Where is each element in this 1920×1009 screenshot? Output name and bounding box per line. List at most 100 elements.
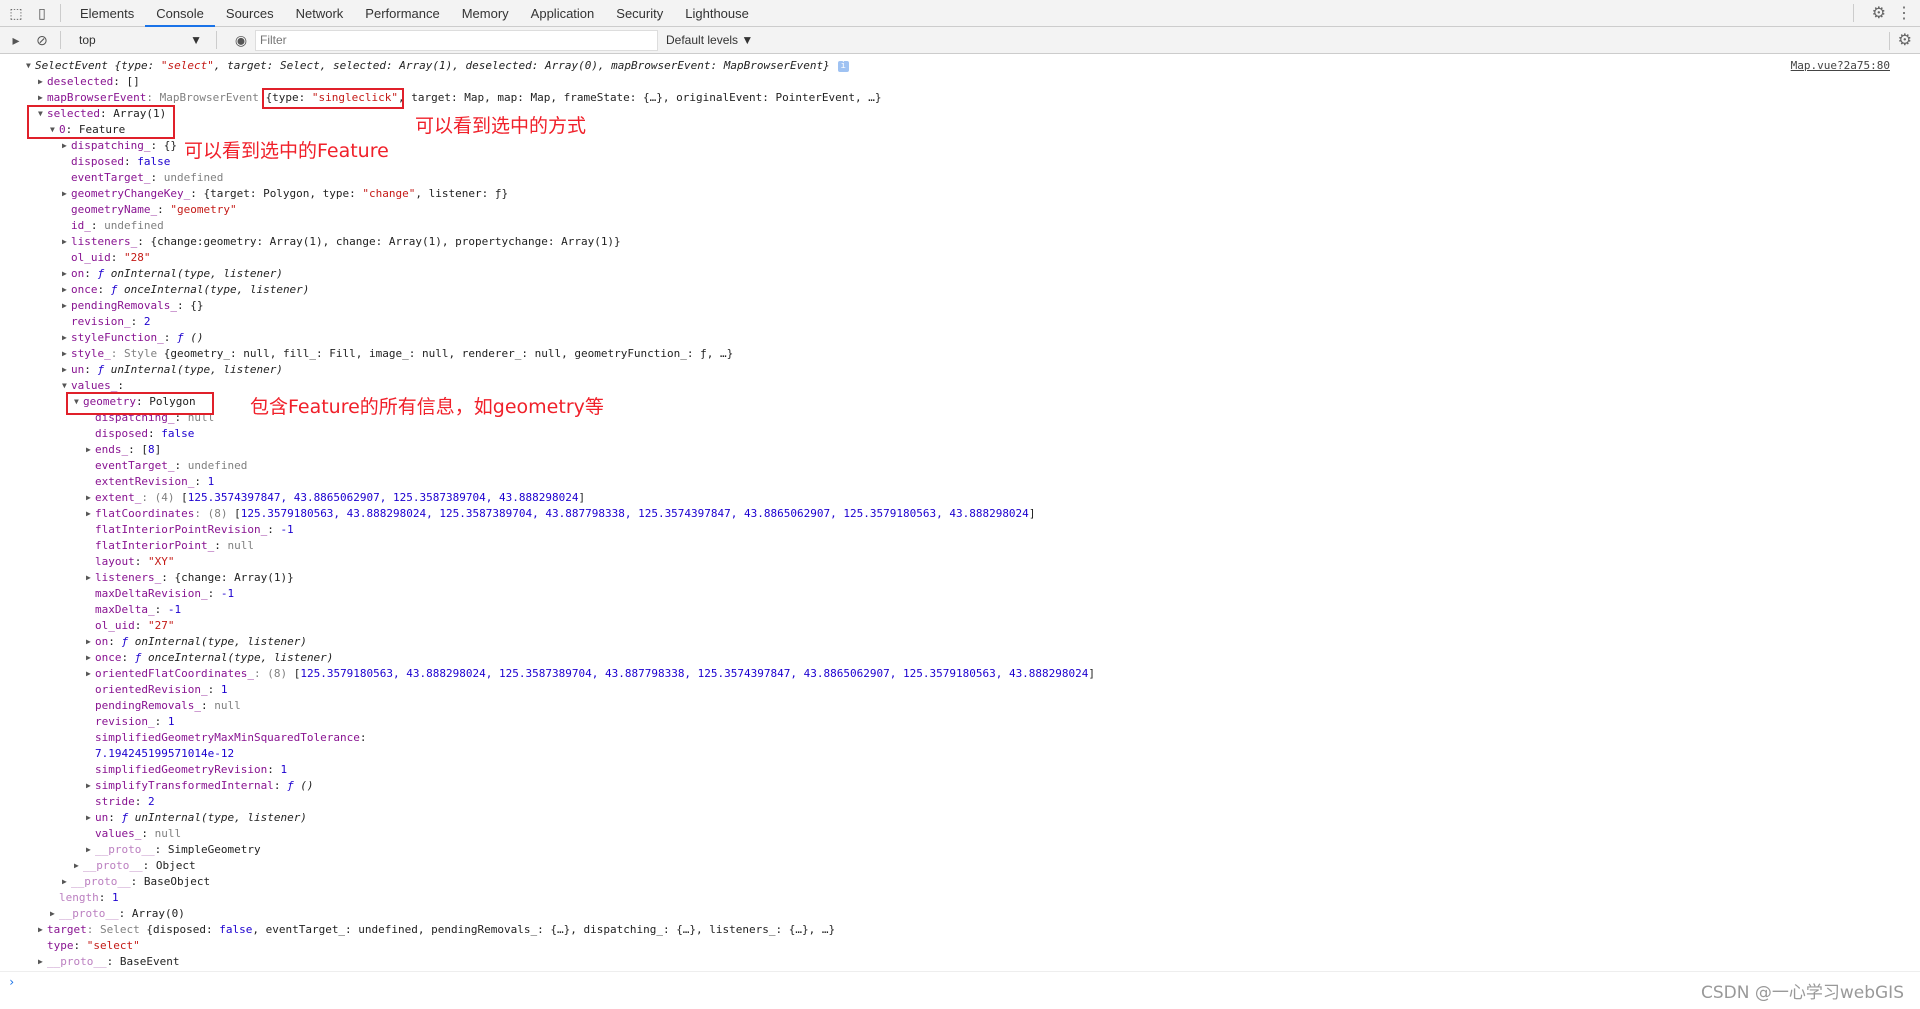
console-tree-row[interactable]: ▶ once: ƒ onceInternal(type, listener) bbox=[0, 282, 1920, 298]
console-tree-row: simplifiedGeometryRevision: 1 bbox=[0, 762, 1920, 778]
tab-application[interactable]: Application bbox=[520, 0, 606, 27]
console-tree-row[interactable]: ▶ on: ƒ onInternal(type, listener) bbox=[0, 266, 1920, 282]
console-tree-row[interactable]: ▶ pendingRemovals_: {} bbox=[0, 298, 1920, 314]
console-tree-row[interactable]: ▶ un: ƒ unInternal(type, listener) bbox=[0, 810, 1920, 826]
console-tree-row[interactable]: ▶ style_: Style {geometry_: null, fill_: … bbox=[0, 346, 1920, 362]
collapsed-triangle-icon[interactable]: ▶ bbox=[74, 858, 79, 874]
tab-console[interactable]: Console bbox=[145, 0, 215, 27]
collapsed-triangle-icon[interactable]: ▶ bbox=[38, 922, 43, 938]
console-tree-row[interactable]: ▶ orientedFlatCoordinates_: (8) [125.3579… bbox=[0, 666, 1920, 682]
property-value: () bbox=[183, 331, 204, 344]
console-tree-row[interactable]: ▶ extent_: (4) [125.3574397847, 43.886506… bbox=[0, 490, 1920, 506]
collapsed-triangle-icon[interactable]: ▶ bbox=[86, 506, 91, 522]
log-levels-dropdown[interactable]: Default levels ▼ bbox=[666, 33, 753, 47]
console-tree-row[interactable]: ▶ flatCoordinates: (8) [125.3579180563, 4… bbox=[0, 506, 1920, 522]
collapsed-triangle-icon[interactable]: ▶ bbox=[62, 282, 67, 298]
property-value: : bbox=[147, 427, 162, 440]
sidebar-toggle-icon[interactable]: ▸ bbox=[6, 30, 26, 50]
console-tree-row[interactable]: ▶ listeners_: {change: Array(1)} bbox=[0, 570, 1920, 586]
collapsed-triangle-icon[interactable]: ▶ bbox=[62, 186, 67, 202]
highlight-box-click-type bbox=[262, 88, 404, 109]
filter-input[interactable] bbox=[255, 29, 658, 51]
collapsed-triangle-icon[interactable]: ▶ bbox=[62, 266, 67, 282]
live-expression-eye-icon[interactable]: ◉ bbox=[231, 30, 251, 50]
collapsed-triangle-icon[interactable]: ▶ bbox=[38, 74, 43, 90]
context-selector[interactable]: top ▼ bbox=[73, 30, 208, 50]
property-value: 1 bbox=[112, 891, 119, 904]
property-value: undefined bbox=[163, 171, 224, 184]
property-value: ] bbox=[1088, 667, 1096, 680]
collapsed-triangle-icon[interactable]: ▶ bbox=[62, 330, 67, 346]
property-value: : {} bbox=[176, 299, 204, 312]
console-tree-row[interactable]: ▼ SelectEvent {type: "select", target: Se… bbox=[0, 58, 1920, 74]
property-value: : bbox=[214, 539, 228, 552]
collapsed-triangle-icon[interactable]: ▶ bbox=[38, 954, 43, 970]
console-tree-row: extentRevision_: 1 bbox=[0, 474, 1920, 490]
console-tree-row[interactable]: ▶ styleFunction_: ƒ () bbox=[0, 330, 1920, 346]
property-value: : (8) bbox=[253, 667, 294, 680]
context-value: top bbox=[79, 33, 96, 47]
console-tree-row[interactable]: ▶ on: ƒ onInternal(type, listener) bbox=[0, 634, 1920, 650]
collapsed-triangle-icon[interactable]: ▶ bbox=[62, 234, 67, 250]
tab-sources[interactable]: Sources bbox=[215, 0, 285, 27]
collapsed-triangle-icon[interactable]: ▶ bbox=[38, 90, 43, 106]
collapsed-triangle-icon[interactable]: ▶ bbox=[86, 490, 91, 506]
console-tree-row[interactable]: ▶ __proto__: SimpleGeometry bbox=[0, 842, 1920, 858]
collapsed-triangle-icon[interactable]: ▶ bbox=[62, 346, 67, 362]
device-toolbar-icon[interactable]: ▯ bbox=[32, 3, 52, 23]
console-tree-row[interactable]: ▶ __proto__: Array(0) bbox=[0, 906, 1920, 922]
collapsed-triangle-icon[interactable]: ▶ bbox=[86, 570, 91, 586]
console-tree-row[interactable]: ▶ geometryChangeKey_: {target: Polygon, t… bbox=[0, 186, 1920, 202]
console-tree-row[interactable]: ▶ __proto__: BaseEvent bbox=[0, 954, 1920, 970]
console-settings-gear-icon[interactable]: ⚙ bbox=[1898, 32, 1912, 49]
console-tree-row: maxDelta_: -1 bbox=[0, 602, 1920, 618]
collapsed-triangle-icon[interactable]: ▶ bbox=[62, 362, 67, 378]
tab-performance[interactable]: Performance bbox=[354, 0, 450, 27]
collapsed-triangle-icon[interactable]: ▶ bbox=[86, 810, 91, 826]
collapsed-triangle-icon[interactable]: ▶ bbox=[86, 842, 91, 858]
property-value: : bbox=[73, 939, 87, 952]
collapsed-triangle-icon[interactable]: ▶ bbox=[62, 138, 67, 154]
collapsed-triangle-icon[interactable]: ▶ bbox=[86, 666, 91, 682]
collapsed-triangle-icon[interactable]: ▶ bbox=[50, 906, 55, 922]
tab-network[interactable]: Network bbox=[285, 0, 355, 27]
source-link[interactable]: Map.vue?2a75:80 bbox=[1791, 58, 1890, 74]
tab-memory[interactable]: Memory bbox=[451, 0, 520, 27]
tab-elements[interactable]: Elements bbox=[69, 0, 145, 27]
console-tree-row: revision_: 2 bbox=[0, 314, 1920, 330]
property-key: style_ bbox=[71, 347, 111, 360]
info-icon[interactable]: i bbox=[837, 60, 849, 72]
collapsed-triangle-icon[interactable]: ▶ bbox=[86, 650, 91, 666]
console-prompt[interactable]: › bbox=[0, 971, 1920, 991]
property-value: 125.3574397847, 43.8865062907, 125.35873… bbox=[187, 491, 579, 504]
more-options-icon[interactable]: ⋮ bbox=[1896, 3, 1912, 23]
property-value: : bbox=[200, 699, 215, 712]
collapsed-triangle-icon[interactable]: ▶ bbox=[62, 874, 67, 890]
property-value: "27" bbox=[148, 619, 175, 632]
collapsed-triangle-icon[interactable]: ▶ bbox=[62, 298, 67, 314]
console-tree-row[interactable]: ▶ target: Select {disposed: false, eventT… bbox=[0, 922, 1920, 938]
console-tree-row[interactable]: ▶ __proto__: BaseObject bbox=[0, 874, 1920, 890]
property-key: ol_uid bbox=[95, 619, 135, 632]
settings-gear-icon[interactable]: ⚙ bbox=[1872, 3, 1886, 23]
clear-console-icon[interactable]: ⊘ bbox=[32, 30, 52, 50]
panel-tabs: Elements Console Sources Network Performance… bbox=[69, 0, 760, 27]
property-value: -1 bbox=[220, 587, 235, 600]
console-tree-row[interactable]: ▶ once: ƒ onceInternal(type, listener) bbox=[0, 650, 1920, 666]
property-value: 1 bbox=[167, 715, 175, 728]
console-tree-row[interactable]: ▶ un: ƒ unInternal(type, listener) bbox=[0, 362, 1920, 378]
collapsed-triangle-icon[interactable]: ▶ bbox=[86, 634, 91, 650]
console-tree-row[interactable]: ▶ simplifyTransformedInternal: ƒ () bbox=[0, 778, 1920, 794]
property-key: __proto__ bbox=[47, 955, 107, 968]
console-tree-row[interactable]: ▶ ends_: [8] bbox=[0, 442, 1920, 458]
collapsed-triangle-icon[interactable]: ▶ bbox=[86, 778, 91, 794]
property-value: : bbox=[121, 651, 135, 664]
collapsed-triangle-icon[interactable]: ▶ bbox=[86, 442, 91, 458]
inspect-element-icon[interactable]: ⬚ bbox=[6, 3, 26, 23]
console-tree-row[interactable]: ▶ listeners_: {change:geometry: Array(1),… bbox=[0, 234, 1920, 250]
tab-lighthouse[interactable]: Lighthouse bbox=[674, 0, 760, 27]
expanded-triangle-icon[interactable]: ▼ bbox=[26, 58, 31, 74]
tab-security[interactable]: Security bbox=[605, 0, 674, 27]
console-tree-row[interactable]: ▶ __proto__: Object bbox=[0, 858, 1920, 874]
property-value: onceInternal(type, listener) bbox=[141, 651, 334, 664]
